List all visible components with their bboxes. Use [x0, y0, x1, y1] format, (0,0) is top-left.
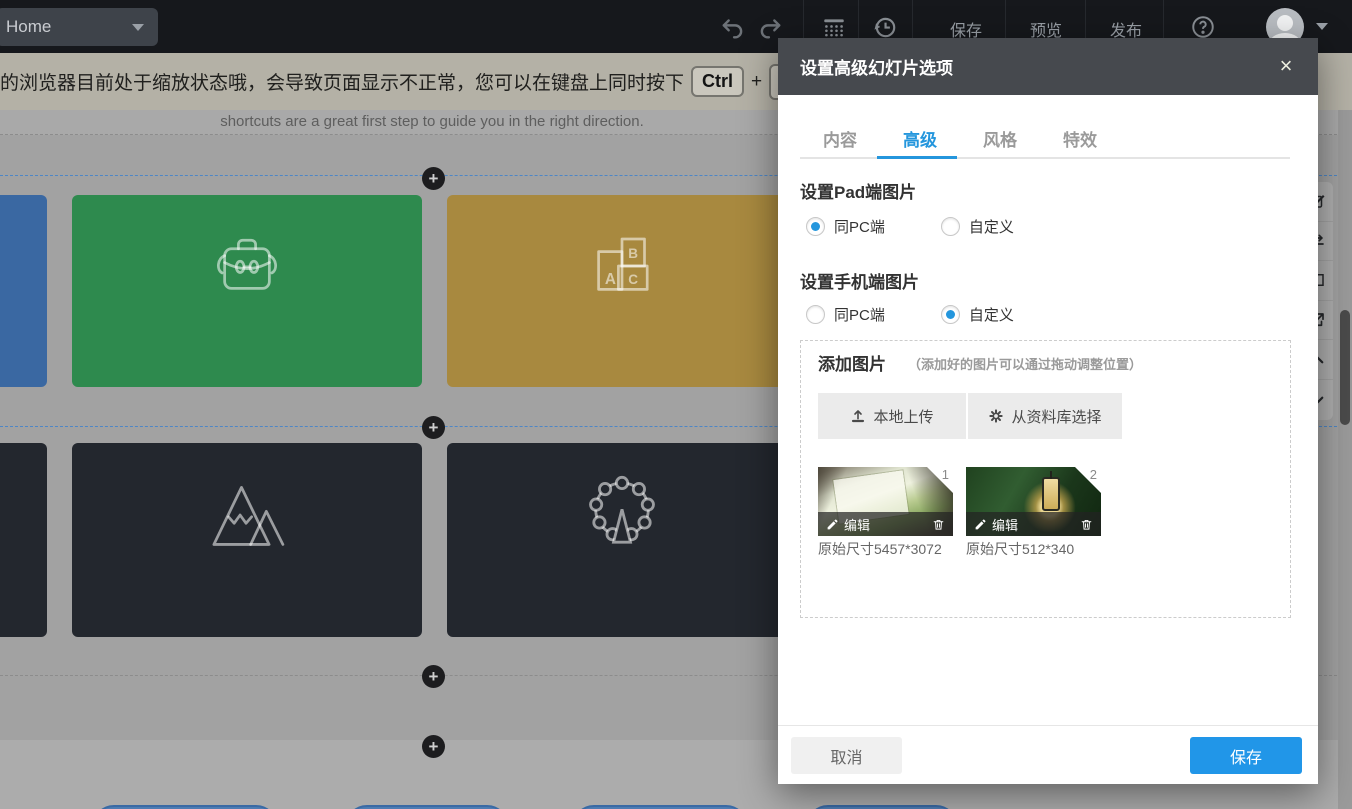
edit-label: 编辑	[992, 515, 1018, 534]
plus-sign: +	[751, 71, 762, 93]
bottom-pill-button[interactable]	[92, 805, 278, 809]
add-block-button[interactable]: +	[422, 665, 445, 688]
radio-mobile-custom[interactable]	[941, 305, 960, 324]
radio-label: 同PC端	[834, 304, 885, 325]
add-images-hint: （添加好的图片可以通过拖动调整位置）	[908, 354, 1142, 373]
radio-mobile-same-as-pc[interactable]	[806, 305, 825, 324]
mobile-images-options: 同PC端 自定义	[806, 304, 1014, 325]
pencil-icon	[826, 518, 839, 531]
tab-content[interactable]: 内容	[805, 126, 875, 151]
ferris-wheel-icon	[575, 467, 669, 561]
upload-icon	[850, 408, 866, 424]
tile-partial-left-row1[interactable]	[0, 195, 47, 387]
radio-label: 自定义	[969, 216, 1014, 237]
pad-images-options: 同PC端 自定义	[806, 216, 1014, 237]
account-chevron-down-icon[interactable]	[1316, 23, 1328, 30]
mountains-icon	[201, 469, 293, 561]
mobile-images-heading: 设置手机端图片	[800, 268, 919, 293]
thumbnail-action-bar: 编辑	[966, 512, 1101, 536]
dialog-tabs: 内容 高级 风格 特效	[800, 126, 1290, 159]
pad-images-heading: 设置Pad端图片	[800, 178, 916, 203]
svg-text:C: C	[628, 272, 638, 287]
slide-image-thumbnail-2[interactable]: 2 编辑	[966, 467, 1101, 536]
scrollbar-thumb[interactable]	[1340, 310, 1350, 425]
image-order-number: 2	[1090, 467, 1097, 482]
help-icon[interactable]	[1190, 14, 1216, 40]
key-ctrl: Ctrl	[691, 66, 744, 97]
corner-fold	[927, 467, 953, 493]
scrollbar-track[interactable]	[1338, 110, 1352, 809]
cancel-button[interactable]: 取消	[791, 737, 902, 774]
corner-fold	[1075, 467, 1101, 493]
schoolbag-icon	[204, 223, 290, 309]
slide-image-thumbnail-1[interactable]: 1 编辑	[818, 467, 953, 536]
add-images-panel: 添加图片 （添加好的图片可以通过拖动调整位置） 本地上传 从资料库选择 1 编辑	[800, 340, 1291, 618]
choose-from-library-label: 从资料库选择	[1011, 406, 1101, 427]
zoom-warning-text: 的浏览器目前处于缩放状态哦，会导致页面显示不正常，您可以在键盘上同时按下	[0, 68, 684, 95]
tab-underline	[800, 157, 1290, 159]
redo-icon[interactable]	[757, 14, 783, 40]
thumbnail-action-bar: 编辑	[818, 512, 953, 536]
trash-icon[interactable]	[932, 518, 945, 531]
tile-preschool-daycare[interactable]: A B C Preschool & Daycare	[447, 195, 797, 387]
pencil-icon	[974, 518, 987, 531]
undo-icon[interactable]	[720, 14, 746, 40]
add-block-button[interactable]: +	[422, 167, 445, 190]
image-original-size: 原始尺寸512*340	[966, 539, 1074, 559]
image-order-number: 1	[942, 467, 949, 482]
svg-text:A: A	[605, 271, 616, 288]
dialog-footer: 取消 保存	[778, 725, 1318, 784]
tab-effects[interactable]: 特效	[1045, 126, 1115, 151]
save-button[interactable]: 保存	[1190, 737, 1302, 774]
edit-label: 编辑	[844, 515, 870, 534]
tab-advanced[interactable]: 高级	[885, 126, 955, 151]
history-icon[interactable]	[872, 14, 898, 40]
tile-partial-left-row2[interactable]	[0, 443, 47, 637]
chevron-down-icon	[132, 24, 144, 31]
tile-outdoor-fitness[interactable]: Outdoor Fitness	[72, 443, 422, 637]
add-block-button[interactable]: +	[422, 735, 445, 758]
shortcuts-sentence: shortcuts are a great first step to guid…	[0, 113, 864, 130]
image-original-size: 原始尺寸5457*3072	[818, 539, 942, 559]
upload-local-label: 本地上传	[873, 406, 933, 427]
components-grid-icon[interactable]	[821, 14, 847, 40]
dialog-title: 设置高级幻灯片选项	[800, 54, 953, 79]
page-selector-dropdown[interactable]: Home	[0, 8, 158, 46]
tile-school-playgrounds[interactable]: School Playgrounds	[72, 195, 422, 387]
close-icon[interactable]: ×	[1272, 52, 1300, 80]
abc-blocks-icon: A B C	[577, 221, 667, 311]
edit-image-button[interactable]: 编辑	[826, 515, 870, 534]
tile-inclusive-playgrounds[interactable]: Inclusive Playgrounds	[447, 443, 797, 637]
tab-style[interactable]: 风格	[965, 126, 1035, 151]
add-images-title: 添加图片	[818, 350, 886, 375]
tab-underline-active	[877, 156, 957, 159]
add-block-button[interactable]: +	[422, 416, 445, 439]
radio-pad-same-as-pc[interactable]	[806, 217, 825, 236]
bottom-pill-button[interactable]	[572, 805, 748, 809]
bottom-pill-button[interactable]	[806, 805, 958, 809]
slideshow-options-dialog: 设置高级幻灯片选项 × 内容 高级 风格 特效 设置Pad端图片 同PC端 自定…	[778, 38, 1318, 784]
svg-text:B: B	[628, 246, 638, 261]
radio-pad-custom[interactable]	[941, 217, 960, 236]
page-selector-label: Home	[6, 17, 51, 37]
dialog-header: 设置高级幻灯片选项 ×	[778, 38, 1318, 95]
radio-label: 自定义	[969, 304, 1014, 325]
trash-icon[interactable]	[1080, 518, 1093, 531]
radio-label: 同PC端	[834, 216, 885, 237]
bottom-pill-button[interactable]	[345, 805, 509, 809]
choose-from-library-button[interactable]: 从资料库选择	[968, 393, 1122, 439]
edit-image-button[interactable]: 编辑	[974, 515, 1018, 534]
upload-local-button[interactable]: 本地上传	[818, 393, 966, 439]
gear-icon	[988, 408, 1004, 424]
avatar-person-icon	[1277, 15, 1293, 31]
